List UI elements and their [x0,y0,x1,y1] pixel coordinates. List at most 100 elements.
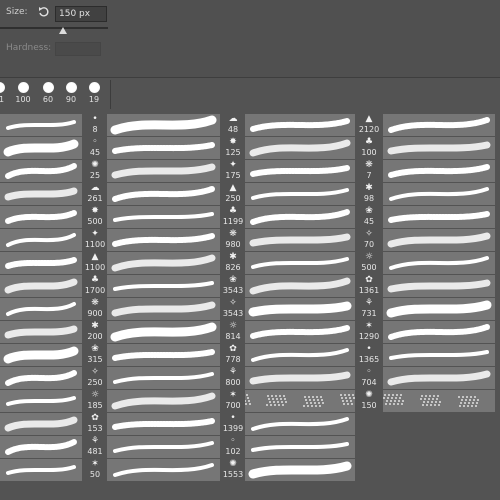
brush-preset-col4-11[interactable] [383,367,495,389]
brush-preset-col3-7[interactable]: ✿ 1361 [245,275,379,297]
brush-preset-col2-3[interactable]: ▲ 250 [107,183,244,205]
brush-preset-col3-13[interactable] [245,413,379,435]
brush-preset-col2-8[interactable]: ✧ 3543 [107,298,244,320]
brush-preset-col1-10[interactable]: ❀ 315 [0,344,106,366]
brush-preset-col2-7[interactable]: ❀ 3543 [107,275,244,297]
brush-preset-col4-12[interactable] [383,390,495,412]
brush-preset-col4-6[interactable] [383,252,495,274]
brush-preset-col4-9[interactable] [383,321,495,343]
brush-preset-col3-6[interactable]: ☼ 500 [245,252,379,274]
brush-preset-col1-1[interactable]: ◦ 45 [0,137,106,159]
size-slider[interactable] [0,27,108,29]
size-slider-thumb[interactable] [59,27,67,34]
brush-preset-col1-7[interactable]: ♣ 1700 [0,275,106,297]
brush-preset-col1-6[interactable]: ▲ 1100 [0,252,106,274]
brush-preset-col3-2[interactable]: ❋ 7 [245,160,379,182]
brush-tip: ✱ 98 [357,183,381,203]
brush-stroke-preview [0,413,82,435]
brush-preset-col1-11[interactable]: ✧ 250 [0,367,106,389]
brush-preset-col2-14[interactable]: ◦ 102 [107,436,244,458]
brush-preset-col2-9[interactable]: ☼ 814 [107,321,244,343]
recent-brush-size: 60 [42,95,54,104]
brush-preset-col2-0[interactable]: ☁ 48 [107,114,244,136]
reset-size-icon[interactable] [38,6,50,18]
brush-stroke-preview [245,298,355,320]
brush-preset-col1-8[interactable]: ❋ 900 [0,298,106,320]
brush-stroke-preview-icon [250,209,350,225]
brush-tip: ▲ 2120 [357,114,381,134]
brush-stroke-preview [245,114,355,136]
brush-stroke-preview-icon [389,350,489,360]
brush-preset-col2-4[interactable]: ♣ 1199 [107,206,244,228]
brush-preset-col4-8[interactable] [383,298,495,320]
brush-preset-col3-15[interactable] [245,459,379,481]
brush-preset-col2-2[interactable]: ✦ 175 [107,160,244,182]
brush-preset-col1-9[interactable]: ✱ 200 [0,321,106,343]
brush-preset-col3-10[interactable]: • 1365 [245,344,379,366]
brush-stroke-preview [0,206,82,228]
brush-preset-col2-6[interactable]: ✱ 826 [107,252,244,274]
brush-stroke-preview [0,137,82,159]
brush-preset-col3-1[interactable]: ♣ 100 [245,137,379,159]
recent-brush-1[interactable]: 100 [12,80,34,109]
brush-tip-shape-icon: ☁ [228,114,238,124]
brush-preset-col3-14[interactable] [245,436,379,458]
brush-preset-col3-12[interactable]: ✺ 150 [245,390,379,412]
brush-preset-col3-5[interactable]: ✧ 70 [245,229,379,251]
brush-preset-col4-2[interactable] [383,160,495,182]
brush-preset-col3-3[interactable]: ✱ 98 [245,183,379,205]
brush-preset-col2-5[interactable]: ❋ 980 [107,229,244,251]
brush-preset-col1-4[interactable]: ✸ 500 [0,206,106,228]
brush-preset-col3-11[interactable]: ◦ 704 [245,367,379,389]
brush-preset-col3-8[interactable]: ⚘ 731 [245,298,379,320]
brush-stroke-preview [107,252,220,274]
recent-brush-4[interactable]: 19 [83,80,105,109]
brush-preset-col3-9[interactable]: ✶ 1290 [245,321,379,343]
brush-preset-col1-2[interactable]: ✺ 25 [0,160,106,182]
brush-stroke-preview-icon [249,277,351,295]
brush-preset-col1-15[interactable]: ✶ 50 [0,459,106,481]
brush-stroke-preview-icon [251,442,349,452]
brush-preset-col4-3[interactable] [383,183,495,205]
brush-stroke-preview [245,413,355,435]
brush-preset-col4-0[interactable] [383,114,495,136]
brush-stroke-preview [107,298,220,320]
hardness-input[interactable] [55,42,101,56]
brush-stroke-preview-icon [112,142,215,154]
brush-tip: ✿ 153 [83,413,107,433]
brush-preset-col4-5[interactable] [383,229,495,251]
brush-tip-shape-icon: ☼ [364,252,374,262]
brush-preset-col2-15[interactable]: ✺ 1553 [107,459,244,481]
brush-preset-col2-11[interactable]: ⚘ 800 [107,367,244,389]
brush-preset-col3-0[interactable]: ▲ 2120 [245,114,379,136]
brush-preset-col4-7[interactable] [383,275,495,297]
brush-preset-col1-13[interactable]: ✿ 153 [0,413,106,435]
recent-brush-0[interactable]: 11 [0,80,10,109]
brush-preset-col3-4[interactable]: ❀ 45 [245,206,379,228]
size-input[interactable]: 150 px [55,6,107,22]
brush-tip: ✺ 25 [83,160,107,180]
brush-preset-col1-5[interactable]: ✦ 1100 [0,229,106,251]
brush-preset-col2-12[interactable]: ✶ 700 [107,390,244,412]
brush-preset-col1-14[interactable]: ⚘ 481 [0,436,106,458]
brush-tip: ❀ 315 [83,344,107,364]
brush-tip-shape-icon: • [230,413,236,423]
brush-tip-dot-icon [0,82,5,93]
brush-preset-col4-1[interactable] [383,137,495,159]
brush-preset-col1-3[interactable]: ☁ 261 [0,183,106,205]
brush-preset-col1-12[interactable]: ☼ 185 [0,390,106,412]
brush-preset-col2-10[interactable]: ✿ 778 [107,344,244,366]
brush-stroke-preview [245,229,355,251]
brush-preset-col2-13[interactable]: • 1399 [107,413,244,435]
brush-preset-col2-1[interactable]: ✸ 125 [107,137,244,159]
brush-stroke-preview [107,344,220,366]
recent-brush-3[interactable]: 90 [60,80,82,109]
brush-preset-col1-0[interactable]: • 8 [0,114,106,136]
brush-tip-shape-icon: ◦ [92,137,98,147]
recent-brush-2[interactable]: 60 [37,80,59,109]
brush-preset-col4-4[interactable] [383,206,495,228]
brush-tip-shape-icon: ❋ [365,160,373,170]
brush-stroke-preview-icon [5,163,77,179]
brush-stroke-preview-icon [387,370,491,386]
brush-preset-col4-10[interactable] [383,344,495,366]
